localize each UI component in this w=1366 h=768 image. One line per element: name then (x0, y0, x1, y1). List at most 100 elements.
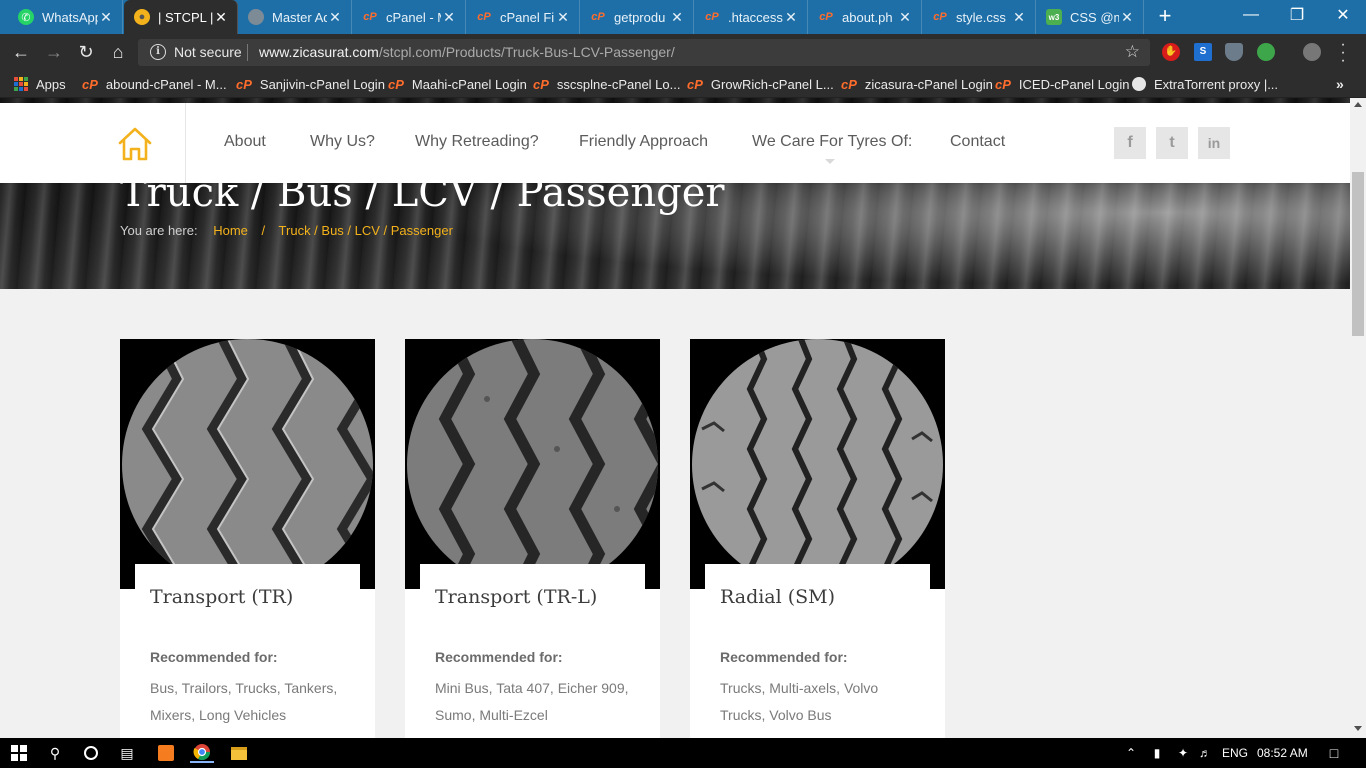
close-icon[interactable]: ✕ (897, 9, 913, 26)
bookmark-sscsplne[interactable]: cP sscsplne-cPanel Lo... (533, 75, 680, 93)
bookmark-zicasura[interactable]: cP zicasura-cPanel Login (841, 75, 993, 93)
close-icon[interactable]: ✕ (783, 9, 799, 26)
page-viewport: Truck / Bus / LCV / Passenger You are he… (0, 98, 1366, 738)
globe-icon (248, 9, 264, 25)
nav-why-retreading[interactable]: Why Retreading? (415, 133, 539, 151)
cortana-icon[interactable] (80, 743, 102, 763)
bookmark-apps[interactable]: Apps (14, 75, 66, 93)
facebook-icon[interactable]: f (1114, 127, 1146, 159)
tab-getprodu[interactable]: cP getprodu ✕ (580, 0, 694, 34)
stcpl-favicon: ● (134, 9, 150, 25)
linkedin-icon[interactable]: in (1198, 127, 1230, 159)
page-scrollbar[interactable] (1350, 98, 1366, 738)
cpanel-icon: cP (591, 11, 605, 23)
cpanel-icon: cP (82, 76, 98, 92)
close-icon[interactable]: ✕ (555, 9, 571, 26)
shield-extension-icon[interactable] (1225, 43, 1243, 61)
colorful-extension-icon[interactable] (1257, 43, 1275, 61)
adblock-extension-icon[interactable]: ✋ (1162, 43, 1180, 61)
window-close-icon[interactable]: ✕ (1320, 0, 1366, 30)
scroll-down-arrow-icon[interactable] (1354, 726, 1362, 731)
file-explorer-icon[interactable] (228, 743, 250, 763)
action-center-icon[interactable]: □ (1324, 743, 1344, 763)
language-indicator[interactable]: ENG (1222, 746, 1248, 760)
chevron-down-icon (825, 159, 835, 164)
s-extension-icon[interactable]: S (1194, 43, 1212, 61)
twitter-icon[interactable]: t (1156, 127, 1188, 159)
profile-avatar-icon[interactable] (1303, 43, 1321, 61)
close-icon[interactable]: ✕ (1119, 9, 1135, 26)
tab-style-css[interactable]: cP style.css ✕ (922, 0, 1036, 34)
nav-about[interactable]: About (224, 133, 266, 151)
restore-icon[interactable]: ❐ (1274, 0, 1320, 30)
tab-cpanel-fi[interactable]: cP cPanel Fi ✕ (466, 0, 580, 34)
product-card-transport-tr-l[interactable]: Transport (TR-L) Recommended for: Mini B… (405, 339, 660, 738)
close-icon[interactable]: ✕ (98, 9, 114, 26)
address-bar[interactable]: i Not secure www.zicasurat.com/stcpl.com… (138, 39, 1150, 66)
bookmark-growrich[interactable]: cP GrowRich-cPanel L... (687, 75, 834, 93)
breadcrumb-current[interactable]: Truck / Bus / LCV / Passenger (279, 223, 453, 238)
tab-whatsapp[interactable]: ✆ WhatsApp ✕ (8, 0, 123, 34)
security-indicator[interactable]: Not secure (174, 44, 242, 60)
reload-icon[interactable]: ↻ (74, 40, 98, 64)
new-tab-button[interactable]: + (1153, 5, 1177, 29)
close-icon[interactable]: ✕ (1011, 9, 1027, 26)
home-button-icon[interactable]: ⌂ (106, 40, 130, 64)
tab-cpanel-m[interactable]: cP cPanel - M ✕ (352, 0, 466, 34)
nav-friendly-approach[interactable]: Friendly Approach (579, 133, 708, 151)
tyre-tread-image (122, 339, 373, 589)
minimize-icon[interactable]: — (1228, 0, 1274, 30)
tab-htaccess[interactable]: cP .htaccess ✕ (694, 0, 808, 34)
menu-dots-icon[interactable]: · · · (1333, 37, 1353, 69)
recommended-label: Recommended for: (720, 649, 848, 665)
header-divider (185, 103, 186, 183)
bookmark-maahi[interactable]: cP Maahi-cPanel Login (388, 75, 527, 93)
bookmark-iced[interactable]: cP ICED-cPanel Login (995, 75, 1129, 93)
forward-icon[interactable]: → (42, 40, 66, 64)
back-icon[interactable]: ← (9, 40, 33, 64)
product-title[interactable]: Radial (SM) (720, 586, 835, 608)
tab-about-php[interactable]: cP about.ph ✕ (808, 0, 922, 34)
recommended-text: Mini Bus, Tata 407, Eicher 909, Sumo, Mu… (435, 680, 629, 723)
task-view-icon[interactable]: ▤ (116, 743, 138, 763)
bookmark-star-icon[interactable]: ☆ (1125, 42, 1140, 62)
breadcrumb-home-link[interactable]: Home (213, 223, 248, 238)
chevron-up-icon[interactable]: ⌃ (1124, 743, 1138, 763)
chrome-taskbar-icon[interactable] (190, 743, 214, 763)
tab-stcpl[interactable]: ● | STCPL | ✕ (124, 0, 238, 34)
wifi-icon[interactable]: ✦ (1174, 743, 1192, 763)
url-text[interactable]: www.zicasurat.com/stcpl.com/Products/Tru… (259, 44, 675, 60)
whatsapp-icon: ✆ (18, 9, 34, 25)
scroll-up-arrow-icon[interactable] (1354, 102, 1362, 107)
product-card-radial-sm[interactable]: Radial (SM) Recommended for: Trucks, Mul… (690, 339, 945, 738)
close-icon[interactable]: ✕ (213, 9, 229, 26)
bookmark-extratorrent[interactable]: ExtraTorrent proxy |... (1132, 75, 1278, 93)
bookmark-sanjivin[interactable]: cP Sanjivin-cPanel Login (236, 75, 385, 93)
tab-css-w3[interactable]: w3 CSS @m ✕ (1036, 0, 1144, 34)
product-title[interactable]: Transport (TR-L) (435, 586, 597, 608)
search-icon[interactable]: ⚲ (44, 743, 66, 763)
product-title[interactable]: Transport (TR) (150, 586, 293, 608)
bookmark-abound[interactable]: cP abound-cPanel - M... (82, 75, 227, 93)
close-icon[interactable]: ✕ (327, 9, 343, 26)
product-image (405, 339, 660, 589)
nav-we-care-for-tyres[interactable]: We Care For Tyres Of: (752, 133, 912, 151)
info-icon[interactable]: i (150, 44, 166, 60)
volume-icon[interactable]: ♬ (1196, 743, 1214, 763)
close-icon[interactable]: ✕ (669, 9, 685, 26)
bookmarks-bar: Apps cP abound-cPanel - M... cP Sanjivin-c… (0, 70, 1366, 98)
battery-icon[interactable]: ▮ (1148, 743, 1166, 763)
cpanel-icon: cP (687, 76, 703, 92)
cpanel-icon: cP (477, 11, 491, 23)
tab-master[interactable]: Master Ad ✕ (238, 0, 352, 34)
xampp-icon[interactable] (155, 743, 177, 763)
home-icon[interactable] (116, 125, 154, 163)
nav-contact[interactable]: Contact (950, 133, 1005, 151)
windows-start-icon[interactable] (8, 743, 30, 763)
nav-why-us[interactable]: Why Us? (310, 133, 375, 151)
bookmarks-overflow-button[interactable]: » (1336, 76, 1344, 92)
scrollbar-thumb[interactable] (1352, 172, 1364, 336)
close-icon[interactable]: ✕ (441, 9, 457, 26)
product-card-transport-tr[interactable]: Transport (TR) Recommended for: Bus, Tra… (120, 339, 375, 738)
system-clock[interactable]: 08:52 AM (1257, 746, 1308, 760)
